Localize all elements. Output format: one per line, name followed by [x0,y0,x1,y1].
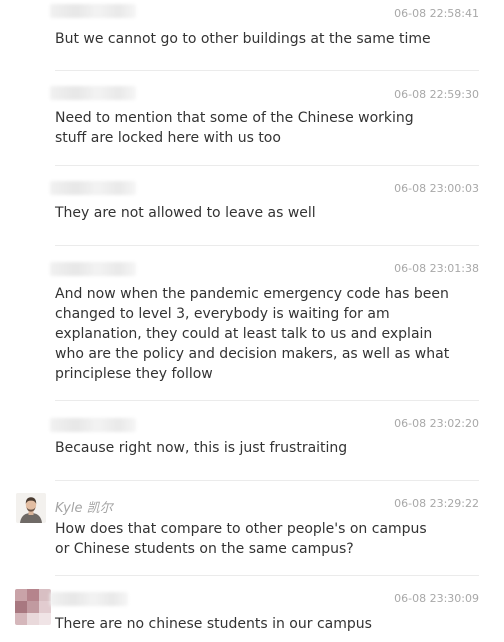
blurred-username [50,86,136,100]
message-text: But we cannot go to other buildings at t… [55,31,431,47]
message-item: 06-08 23:01:38 And now when the pandemic… [0,246,504,400]
message-text: How does that compare to other people's … [55,521,427,557]
comment-feed: 06-08 22:58:41 But we cannot go to other… [0,0,504,642]
message-timestamp: 06-08 22:58:41 [394,7,479,20]
message-item: 06-08 23:30:09 There are no chinese stud… [0,576,504,642]
blurred-username [50,262,136,276]
blurred-username [50,592,128,606]
message-item: Kyle 凯尔 06-08 23:29:22 How does that com… [0,481,504,575]
user-photo-icon [16,493,46,523]
blurred-username [50,181,136,195]
message-text: There are no chinese students in our cam… [55,616,372,632]
blurred-username [50,4,136,18]
avatar[interactable] [15,589,51,625]
message-timestamp: 06-08 23:00:03 [394,182,479,195]
message-timestamp: 06-08 23:02:20 [394,417,479,430]
message-item: 06-08 23:02:20 Because right now, this i… [0,401,504,480]
message-timestamp: 06-08 23:30:09 [394,592,479,605]
message-timestamp: 06-08 22:59:30 [394,88,479,101]
message-item: 06-08 23:00:03 They are not allowed to l… [0,166,504,245]
message-item: 06-08 22:58:41 But we cannot go to other… [0,0,504,70]
message-text: Because right now, this is just frustrai… [55,440,348,456]
message-text: And now when the pandemic emergency code… [55,286,450,382]
author-name[interactable]: Kyle 凯尔 [55,497,113,516]
message-timestamp: 06-08 23:01:38 [394,262,479,275]
blurred-username [50,418,136,432]
avatar[interactable] [16,493,46,523]
message-text: Need to mention that some of the Chinese… [55,110,414,146]
message-text: They are not allowed to leave as well [55,205,316,221]
message-timestamp: 06-08 23:29:22 [394,497,479,510]
message-item: 06-08 22:59:30 Need to mention that some… [0,71,504,166]
